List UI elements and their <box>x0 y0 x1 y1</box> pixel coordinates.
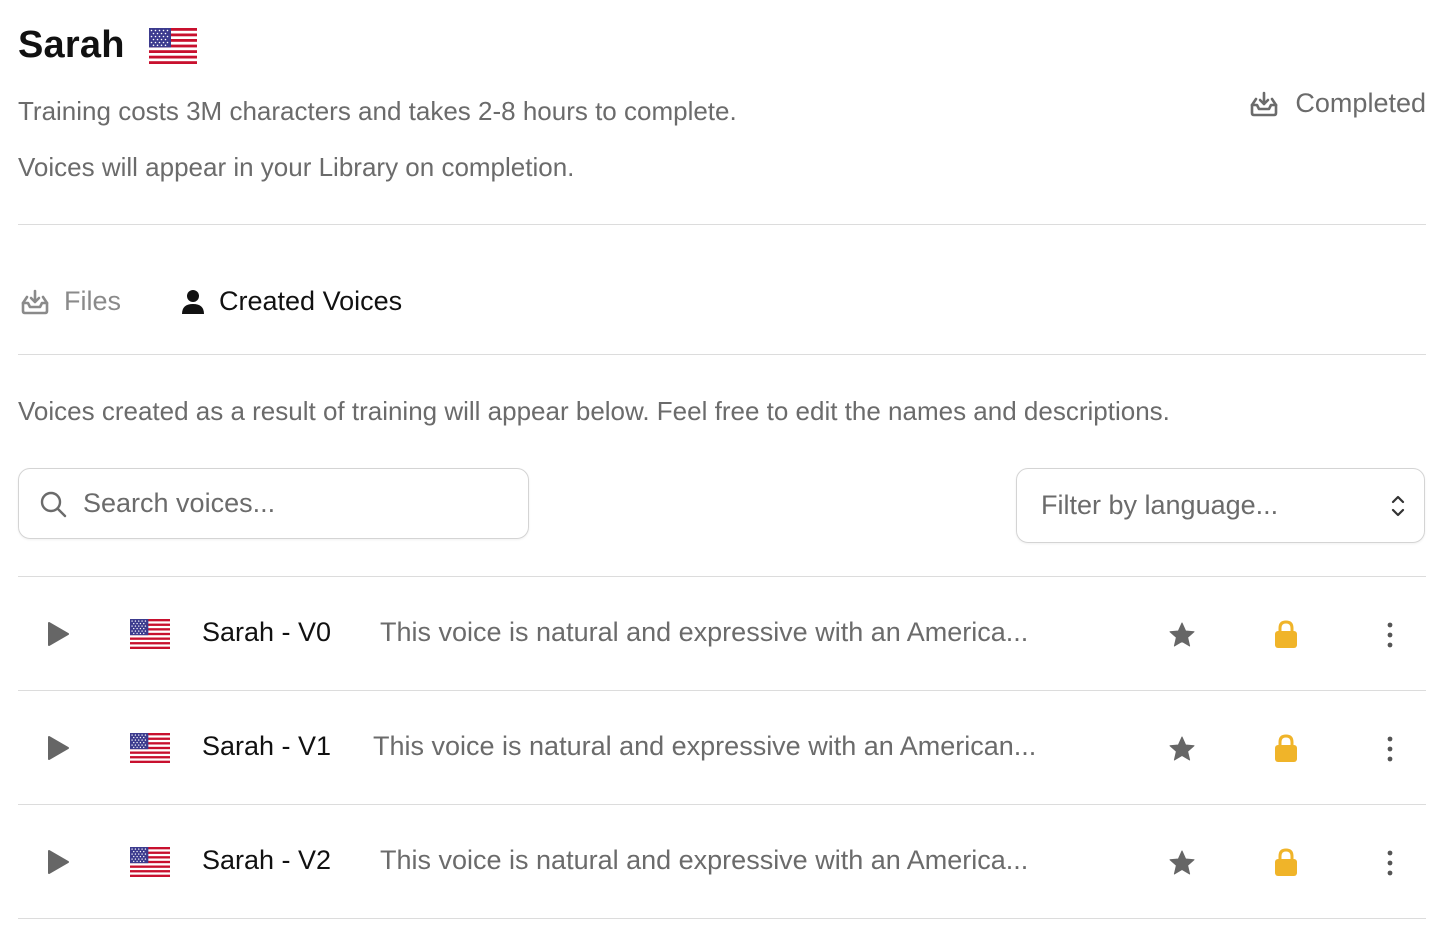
voice-row[interactable]: Sarah - V1 This voice is natural and exp… <box>18 691 1426 805</box>
row-divider <box>18 918 1426 919</box>
more-options-icon[interactable] <box>1382 849 1398 877</box>
inbox-download-icon <box>1251 91 1278 116</box>
tabs-divider <box>18 354 1426 355</box>
voices-intro-text: Voices created as a result of training w… <box>18 396 1170 426</box>
voice-description[interactable]: This voice is natural and expressive wit… <box>380 845 1028 876</box>
more-options-icon[interactable] <box>1382 621 1398 649</box>
language-filter-placeholder: Filter by language... <box>1041 490 1279 520</box>
tab-created-voices[interactable]: Created Voices <box>181 286 402 317</box>
us-flag-icon <box>130 733 170 763</box>
page-header: Sarah <box>18 24 197 67</box>
us-flag-icon <box>130 847 170 877</box>
play-icon[interactable] <box>46 621 70 647</box>
user-icon <box>182 289 205 314</box>
play-icon[interactable] <box>46 735 70 761</box>
lock-icon[interactable] <box>1274 733 1298 763</box>
voice-name[interactable]: Sarah - V1 <box>202 731 331 762</box>
us-flag-icon <box>148 27 197 64</box>
star-icon[interactable] <box>1168 621 1196 649</box>
voice-name[interactable]: Sarah - V0 <box>202 617 331 648</box>
header-divider <box>18 224 1426 225</box>
chevron-up-down-icon <box>1391 495 1405 516</box>
us-flag-icon <box>130 619 170 649</box>
tab-bar: Files Created Voices <box>20 286 402 317</box>
more-options-icon[interactable] <box>1382 735 1398 763</box>
tab-files-label: Files <box>64 286 122 316</box>
voice-row[interactable]: Sarah - V2 This voice is natural and exp… <box>18 805 1426 919</box>
tab-created-voices-label: Created Voices <box>219 286 403 316</box>
star-icon[interactable] <box>1168 849 1196 877</box>
lock-icon[interactable] <box>1274 847 1298 877</box>
status-label: Completed <box>1295 88 1426 118</box>
voice-description[interactable]: This voice is natural and expressive wit… <box>380 617 1028 648</box>
search-icon <box>40 491 67 517</box>
voice-name[interactable]: Sarah - V2 <box>202 845 331 876</box>
lock-icon[interactable] <box>1274 619 1298 649</box>
page-title: Sarah <box>18 24 125 66</box>
voice-description[interactable]: This voice is natural and expressive wit… <box>373 731 1036 762</box>
language-filter-select[interactable]: Filter by language... <box>1016 468 1425 543</box>
search-input[interactable] <box>83 488 483 519</box>
play-icon[interactable] <box>46 849 70 875</box>
inbox-download-icon <box>21 289 49 314</box>
completion-note-text: Voices will appear in your Library on co… <box>18 152 575 182</box>
star-icon[interactable] <box>1168 735 1196 763</box>
tab-files[interactable]: Files <box>20 286 121 317</box>
voice-training-page: Sarah Completed Training costs 3M charac… <box>18 0 1426 932</box>
training-status: Completed <box>1249 88 1426 119</box>
search-box[interactable] <box>18 468 529 539</box>
voice-row[interactable]: Sarah - V0 This voice is natural and exp… <box>18 577 1426 691</box>
training-cost-text: Training costs 3M characters and takes 2… <box>18 96 737 126</box>
